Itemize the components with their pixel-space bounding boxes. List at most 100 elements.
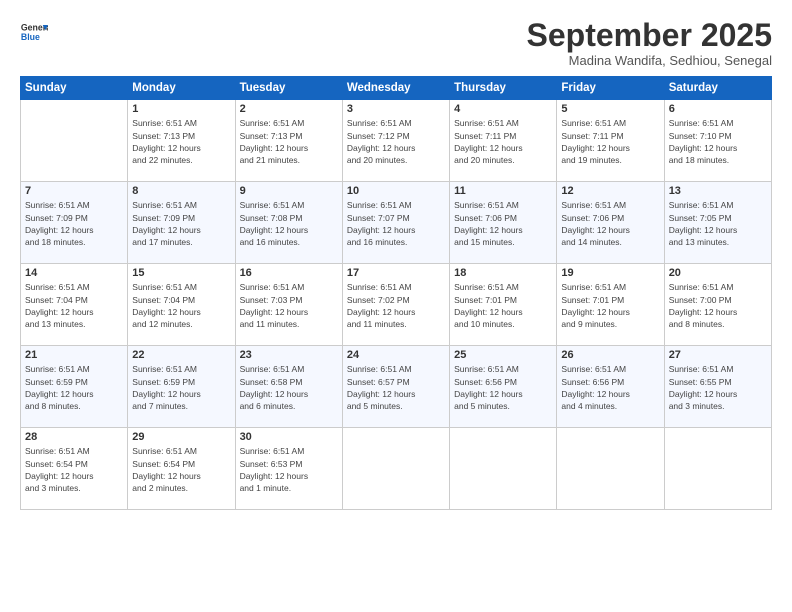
weekday-monday: Monday — [128, 77, 235, 100]
day-cell: 11 Sunrise: 6:51 AMSunset: 7:06 PMDayligh… — [450, 182, 557, 264]
day-cell: 29 Sunrise: 6:51 AMSunset: 6:54 PMDayligh… — [128, 428, 235, 510]
day-cell: 13 Sunrise: 6:51 AMSunset: 7:05 PMDayligh… — [664, 182, 771, 264]
day-cell: 2 Sunrise: 6:51 AMSunset: 7:13 PMDaylight… — [235, 100, 342, 182]
day-info: Sunrise: 6:51 AMSunset: 7:08 PMDaylight:… — [240, 199, 338, 248]
day-cell: 9 Sunrise: 6:51 AMSunset: 7:08 PMDaylight… — [235, 182, 342, 264]
day-info: Sunrise: 6:51 AMSunset: 7:06 PMDaylight:… — [454, 199, 552, 248]
day-info: Sunrise: 6:51 AMSunset: 6:57 PMDaylight:… — [347, 363, 445, 412]
day-number: 18 — [454, 267, 552, 279]
day-number: 29 — [132, 431, 230, 443]
day-info: Sunrise: 6:51 AMSunset: 7:00 PMDaylight:… — [669, 281, 767, 330]
day-cell: 3Sunrise: 6:51 AMSunset: 7:12 PMDaylight… — [342, 100, 449, 182]
day-info: Sunrise: 6:51 AMSunset: 7:12 PMDaylight:… — [347, 117, 445, 166]
day-cell: 10 Sunrise: 6:51 AMSunset: 7:07 PMDayligh… — [342, 182, 449, 264]
day-cell: 14 Sunrise: 6:51 AMSunset: 7:04 PMDayligh… — [21, 264, 128, 346]
day-number: 15 — [132, 267, 230, 279]
day-cell: 23 Sunrise: 6:51 AMSunset: 6:58 PMDayligh… — [235, 346, 342, 428]
calendar-table: SundayMondayTuesdayWednesdayThursdayFrid… — [20, 76, 772, 510]
week-row-3: 14 Sunrise: 6:51 AMSunset: 7:04 PMDayligh… — [21, 264, 772, 346]
logo: General Blue — [20, 18, 51, 46]
day-cell: 24Sunrise: 6:51 AMSunset: 6:57 PMDayligh… — [342, 346, 449, 428]
title-block: September 2025 Madina Wandifa, Sedhiou, … — [527, 18, 772, 68]
day-info: Sunrise: 6:51 AMSunset: 7:05 PMDaylight:… — [669, 199, 767, 248]
day-info: Sunrise: 6:51 AMSunset: 7:04 PMDaylight:… — [25, 281, 123, 330]
day-number: 2 — [240, 103, 338, 115]
week-row-4: 21 Sunrise: 6:51 AMSunset: 6:59 PMDayligh… — [21, 346, 772, 428]
day-info: Sunrise: 6:51 AMSunset: 7:10 PMDaylight:… — [669, 117, 767, 166]
day-cell: 27 Sunrise: 6:51 AMSunset: 6:55 PMDayligh… — [664, 346, 771, 428]
week-row-5: 28 Sunrise: 6:51 AMSunset: 6:54 PMDayligh… — [21, 428, 772, 510]
day-cell: 28Sunrise: 6:51 AMSunset: 6:54 PMDayligh… — [21, 428, 128, 510]
weekday-wednesday: Wednesday — [342, 77, 449, 100]
day-number: 10 — [347, 185, 445, 197]
day-cell: 16 Sunrise: 6:51 AMSunset: 7:03 PMDayligh… — [235, 264, 342, 346]
day-cell: 12 Sunrise: 6:51 AMSunset: 7:06 PMDayligh… — [557, 182, 664, 264]
location-subtitle: Madina Wandifa, Sedhiou, Senegal — [527, 53, 772, 68]
week-row-2: 7 Sunrise: 6:51 AMSunset: 7:09 PMDaylight… — [21, 182, 772, 264]
day-number: 17 — [347, 267, 445, 279]
day-number: 8 — [132, 185, 230, 197]
day-number: 27 — [669, 349, 767, 361]
day-number: 14 — [25, 267, 123, 279]
day-cell — [21, 100, 128, 182]
day-cell: 26 Sunrise: 6:51 AMSunset: 6:56 PMDayligh… — [557, 346, 664, 428]
day-number: 4 — [454, 103, 552, 115]
day-info: Sunrise: 6:51 AMSunset: 6:58 PMDaylight:… — [240, 363, 338, 412]
day-info: Sunrise: 6:51 AMSunset: 7:09 PMDaylight:… — [25, 199, 123, 248]
week-row-1: 1 Sunrise: 6:51 AMSunset: 7:13 PMDaylight… — [21, 100, 772, 182]
day-info: Sunrise: 6:51 AMSunset: 6:55 PMDaylight:… — [669, 363, 767, 412]
day-cell — [450, 428, 557, 510]
day-info: Sunrise: 6:51 AMSunset: 7:11 PMDaylight:… — [454, 117, 552, 166]
day-number: 21 — [25, 349, 123, 361]
day-cell: 15 Sunrise: 6:51 AMSunset: 7:04 PMDayligh… — [128, 264, 235, 346]
day-number: 1 — [132, 103, 230, 115]
day-number: 25 — [454, 349, 552, 361]
day-number: 9 — [240, 185, 338, 197]
day-number: 22 — [132, 349, 230, 361]
day-cell: 5 Sunrise: 6:51 AMSunset: 7:11 PMDaylight… — [557, 100, 664, 182]
day-cell: 21 Sunrise: 6:51 AMSunset: 6:59 PMDayligh… — [21, 346, 128, 428]
weekday-friday: Friday — [557, 77, 664, 100]
day-info: Sunrise: 6:51 AMSunset: 6:59 PMDaylight:… — [25, 363, 123, 412]
day-number: 13 — [669, 185, 767, 197]
day-info: Sunrise: 6:51 AMSunset: 6:56 PMDaylight:… — [561, 363, 659, 412]
day-info: Sunrise: 6:51 AMSunset: 7:13 PMDaylight:… — [132, 117, 230, 166]
day-cell: 20 Sunrise: 6:51 AMSunset: 7:00 PMDayligh… — [664, 264, 771, 346]
day-info: Sunrise: 6:51 AMSunset: 7:09 PMDaylight:… — [132, 199, 230, 248]
day-info: Sunrise: 6:51 AMSunset: 7:04 PMDaylight:… — [132, 281, 230, 330]
day-cell: 4 Sunrise: 6:51 AMSunset: 7:11 PMDaylight… — [450, 100, 557, 182]
day-number: 16 — [240, 267, 338, 279]
day-number: 5 — [561, 103, 659, 115]
day-cell: 19 Sunrise: 6:51 AMSunset: 7:01 PMDayligh… — [557, 264, 664, 346]
day-info: Sunrise: 6:51 AMSunset: 7:01 PMDaylight:… — [454, 281, 552, 330]
day-number: 12 — [561, 185, 659, 197]
day-info: Sunrise: 6:51 AMSunset: 6:54 PMDaylight:… — [132, 445, 230, 494]
weekday-tuesday: Tuesday — [235, 77, 342, 100]
day-cell: 17 Sunrise: 6:51 AMSunset: 7:02 PMDayligh… — [342, 264, 449, 346]
weekday-sunday: Sunday — [21, 77, 128, 100]
day-info: Sunrise: 6:51 AMSunset: 7:07 PMDaylight:… — [347, 199, 445, 248]
day-number: 26 — [561, 349, 659, 361]
day-info: Sunrise: 6:51 AMSunset: 7:01 PMDaylight:… — [561, 281, 659, 330]
logo-icon: General Blue — [20, 18, 48, 46]
day-cell — [664, 428, 771, 510]
day-info: Sunrise: 6:51 AMSunset: 7:06 PMDaylight:… — [561, 199, 659, 248]
day-info: Sunrise: 6:51 AMSunset: 6:56 PMDaylight:… — [454, 363, 552, 412]
day-info: Sunrise: 6:51 AMSunset: 7:13 PMDaylight:… — [240, 117, 338, 166]
weekday-header-row: SundayMondayTuesdayWednesdayThursdayFrid… — [21, 77, 772, 100]
day-number: 11 — [454, 185, 552, 197]
day-number: 7 — [25, 185, 123, 197]
day-info: Sunrise: 6:51 AMSunset: 7:11 PMDaylight:… — [561, 117, 659, 166]
day-number: 19 — [561, 267, 659, 279]
day-info: Sunrise: 6:51 AMSunset: 6:59 PMDaylight:… — [132, 363, 230, 412]
day-number: 20 — [669, 267, 767, 279]
month-title: September 2025 — [527, 18, 772, 53]
svg-text:Blue: Blue — [21, 32, 40, 42]
day-number: 23 — [240, 349, 338, 361]
day-info: Sunrise: 6:51 AMSunset: 7:03 PMDaylight:… — [240, 281, 338, 330]
day-info: Sunrise: 6:51 AMSunset: 7:02 PMDaylight:… — [347, 281, 445, 330]
day-number: 28 — [25, 431, 123, 443]
day-cell: 6Sunrise: 6:51 AMSunset: 7:10 PMDaylight… — [664, 100, 771, 182]
day-cell: 18 Sunrise: 6:51 AMSunset: 7:01 PMDayligh… — [450, 264, 557, 346]
day-cell: 8 Sunrise: 6:51 AMSunset: 7:09 PMDaylight… — [128, 182, 235, 264]
